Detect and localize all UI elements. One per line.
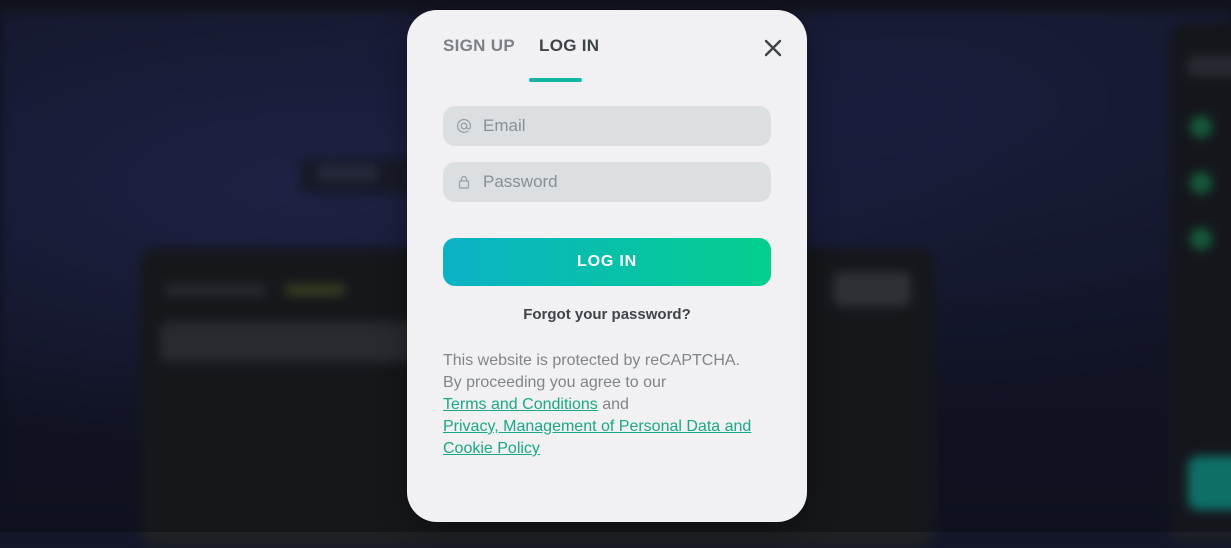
tab-log-in[interactable]: LOG IN [539,36,599,56]
login-modal: SIGN UP LOG IN LOG IN Forgot your passwo… [407,10,807,522]
password-field[interactable] [443,162,771,202]
and-text: and [602,396,629,413]
legal-notice: This website is protected by reCAPTCHA. … [443,350,783,460]
privacy-policy-link[interactable]: Privacy, Management of Personal Data and… [443,418,751,457]
email-field[interactable] [443,106,771,146]
forgot-password-link[interactable]: Forgot your password? [443,306,771,323]
password-input[interactable] [483,172,753,192]
terms-link[interactable]: Terms and Conditions [443,396,598,413]
agreement-text: By proceeding you agree to our [443,374,667,391]
auth-tabs: SIGN UP LOG IN [443,36,599,56]
at-icon [456,118,472,134]
close-button[interactable] [761,36,785,60]
log-in-button[interactable]: LOG IN [443,238,771,286]
tab-sign-up[interactable]: SIGN UP [443,36,515,56]
email-input[interactable] [483,116,753,136]
close-icon [764,39,782,57]
lock-icon [456,174,472,190]
active-tab-indicator [529,78,582,82]
recaptcha-notice: This website is protected by reCAPTCHA. [443,352,740,369]
